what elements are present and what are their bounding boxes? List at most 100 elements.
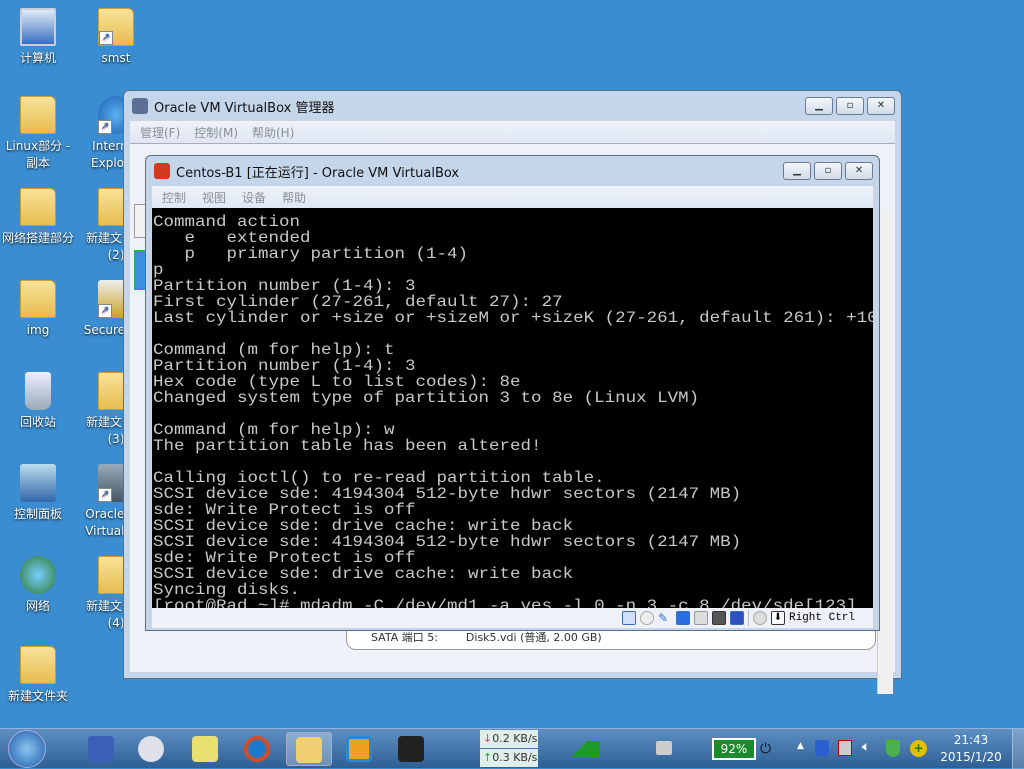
menu-view[interactable]: 视图: [202, 189, 226, 206]
close-button[interactable]: ✕: [867, 97, 895, 115]
host-key-icon: ⬇: [770, 611, 785, 625]
minimize-button[interactable]: ▁: [805, 97, 833, 115]
menu-devices[interactable]: 设备: [242, 189, 266, 206]
shortcut-arrow-icon: ↗: [98, 120, 112, 134]
maximize-button[interactable]: ▫: [836, 97, 864, 115]
taskbar-app[interactable]: [388, 732, 434, 766]
host-key-label: Right Ctrl: [788, 612, 855, 624]
shortcut-arrow-icon: ↗: [98, 304, 112, 318]
desktop-icon[interactable]: 控制面板: [0, 464, 76, 523]
clock-time: 21:43: [953, 733, 989, 747]
manager-titlebar[interactable]: Oracle VM VirtualBox 管理器: [124, 91, 901, 121]
show-desktop-button[interactable]: [1012, 729, 1024, 769]
optical-drive-icon[interactable]: [639, 611, 654, 625]
desktop-icon-label: 回收站: [19, 415, 56, 429]
vm-window[interactable]: Centos-B1 [正在运行] - Oracle VM VirtualBox …: [145, 155, 880, 631]
tray-plus-icon[interactable]: +: [910, 740, 927, 757]
terminal-line: SCSI device sde: drive cache: write back: [153, 565, 574, 584]
clock-date: 2015/1/20: [940, 750, 1002, 764]
folder-icon: ↗: [98, 8, 134, 46]
pc-icon: [20, 8, 56, 46]
volume-icon[interactable]: 🔈︎: [862, 739, 870, 755]
desktop-icon-label: 网络搭建部分: [1, 231, 74, 245]
security-shield-icon[interactable]: [886, 740, 900, 757]
terminal-line: Partition number (1-4): 3: [153, 277, 416, 296]
virtualization-icon[interactable]: [729, 611, 744, 625]
terminal-line: p: [153, 261, 164, 280]
terminal-line: SCSI device sde: 4194304 512-byte hdwr s…: [153, 485, 742, 504]
keyboard-icon[interactable]: [656, 741, 672, 755]
folder-icon: [20, 96, 56, 134]
hard-disk-icon[interactable]: [621, 611, 636, 625]
centos-vm-icon: [154, 163, 170, 179]
maximize-button[interactable]: ▫: [814, 162, 842, 180]
globe-icon: [20, 556, 56, 594]
menu-manage[interactable]: 管理(F): [140, 124, 180, 141]
video-capture-icon[interactable]: [711, 611, 726, 625]
taskbar-sticky-notes[interactable]: [182, 732, 228, 766]
desktop-icon[interactable]: 网络搭建部分: [0, 188, 76, 247]
terminal-line: First cylinder (27-261, default 27): 27: [153, 293, 563, 312]
folder-icon: [20, 646, 56, 684]
bin-icon: [25, 372, 51, 410]
taskbar-remote-desktop[interactable]: [78, 732, 124, 766]
desktop-icon-label: img: [26, 323, 50, 337]
tray-icon-a[interactable]: [815, 740, 829, 756]
vm-titlebar[interactable]: Centos-B1 [正在运行] - Oracle VM VirtualBox: [146, 156, 879, 186]
desktop-icon-label: 计算机: [19, 51, 56, 65]
usb-icon[interactable]: ✎: [658, 611, 672, 625]
shortcut-arrow-icon: ↗: [99, 31, 113, 45]
terminal-line: p primary partition (1-4): [153, 245, 469, 264]
shared-folders-icon[interactable]: [675, 611, 690, 625]
desktop-icon[interactable]: 网络: [0, 556, 76, 615]
terminal-line: Command (m for help): w: [153, 421, 395, 440]
taskbar-explorer[interactable]: [286, 732, 332, 766]
folder-icon[interactable]: [693, 611, 708, 625]
desktop-icon-label: 控制面板: [13, 507, 62, 521]
desktop-icon-label: Linux部分 - 副本: [5, 139, 71, 170]
terminal-line: sde: Write Protect is off: [153, 501, 416, 520]
folder-icon: [20, 188, 56, 226]
desktop-icon-label: smst: [101, 51, 131, 65]
menu-help[interactable]: 帮助: [282, 189, 306, 206]
power-plug-icon: ⏻: [760, 741, 772, 757]
clock[interactable]: 21:43 2015/1/20: [940, 732, 1002, 766]
battery-indicator[interactable]: 92%: [712, 738, 756, 760]
vm-status-bar: ✎ ⬇ Right Ctrl: [152, 608, 873, 628]
terminal-line: SCSI device sde: drive cache: write back: [153, 517, 574, 536]
terminal-line: The partition table has been altered!: [153, 437, 542, 456]
show-hidden-icons[interactable]: ▲: [797, 741, 804, 751]
terminal-line: Partition number (1-4): 3: [153, 357, 416, 376]
desktop-icon[interactable]: 回收站: [0, 372, 76, 431]
terminal-line: sde: Write Protect is off: [153, 549, 416, 568]
taskbar-virtualbox[interactable]: [336, 732, 382, 766]
desktop-icon-label: 网络: [25, 599, 50, 613]
minimize-button[interactable]: ▁: [783, 162, 811, 180]
taskbar-snipping-tool[interactable]: [128, 732, 174, 766]
taskbar-media-app[interactable]: [234, 732, 280, 766]
window-title: Centos-B1 [正在运行] - Oracle VM VirtualBox: [176, 165, 460, 181]
menu-help[interactable]: 帮助(H): [252, 124, 294, 141]
terminal-line: Calling ioctl() to re-read partition tab…: [153, 469, 605, 488]
terminal-line: Command (m for help): t: [153, 341, 395, 360]
menu-control[interactable]: 控制: [162, 189, 186, 206]
taskbar: ↓0.2 KB/s ↑0.3 KB/s 92% ⏻ ▲ 🔈︎ + 21:43 2…: [0, 728, 1024, 769]
mouse-integration-icon[interactable]: [752, 611, 767, 625]
net-down: ↓0.2 KB/s: [480, 730, 538, 748]
desktop-icon[interactable]: ↗ smst: [78, 8, 154, 67]
desktop-icon[interactable]: 计算机: [0, 8, 76, 67]
desktop-icon[interactable]: Linux部分 - 副本: [0, 96, 76, 172]
menu-control[interactable]: 控制(M): [194, 124, 238, 141]
start-button[interactable]: [8, 730, 46, 768]
vm-console[interactable]: Command action e extended p primary part…: [152, 208, 873, 608]
signal-strength-icon[interactable]: [558, 741, 600, 757]
terminal-line: Command action: [153, 213, 301, 232]
desktop-icon[interactable]: 新建文件夹: [0, 646, 76, 705]
terminal-line: Syncing disks.: [153, 581, 301, 600]
terminal-line: Hex code (type L to list codes): 8e: [153, 373, 521, 392]
network-error-icon[interactable]: [838, 740, 852, 756]
close-button[interactable]: ✕: [845, 162, 873, 180]
desktop-icon[interactable]: img: [0, 280, 76, 339]
